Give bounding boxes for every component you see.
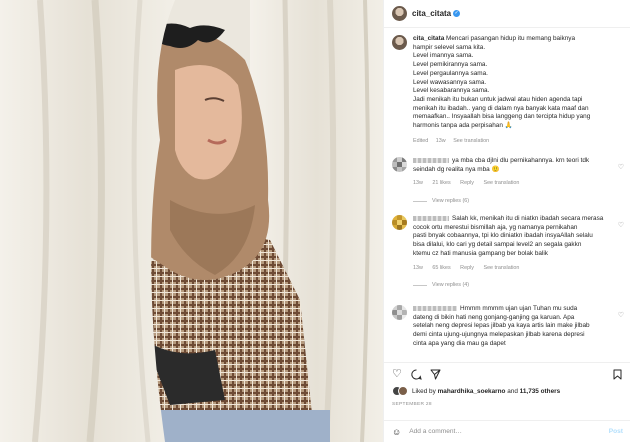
comment-item: ya mba cba djlni dlu pernikahannya. krn … xyxy=(392,157,626,204)
reply-button[interactable]: Reply xyxy=(460,180,474,186)
caption-line: menikah itu ibadah.. yang di dalam nya b… xyxy=(413,104,589,112)
caption-line: Level wawasannya sama. xyxy=(413,78,487,86)
see-translation-link[interactable]: See translation xyxy=(483,180,519,186)
comment-like-heart-icon[interactable]: ♡ xyxy=(618,311,624,319)
view-replies-button[interactable]: View replies (6) xyxy=(413,198,626,204)
photo-illustration xyxy=(0,0,383,442)
liked-by-prefix: Liked by xyxy=(412,387,436,395)
author-username[interactable]: cita_citata xyxy=(412,9,451,18)
comment-like-heart-icon[interactable]: ♡ xyxy=(618,221,624,229)
liked-by-joiner: and xyxy=(507,387,518,395)
comment-line: cinta apa yang dia mau ga dapet xyxy=(413,339,506,347)
comment-line: seindah dg realita nya mba 🙂 xyxy=(413,165,500,173)
bookmark-icon[interactable] xyxy=(612,369,623,380)
post-date[interactable]: SEPTEMBER 28 xyxy=(392,402,432,407)
commenter-avatar[interactable] xyxy=(392,305,407,320)
caption-username[interactable]: cita_citata xyxy=(413,35,444,42)
comment-line: Salah kk, menikah itu di niatkn ibadah s… xyxy=(452,215,604,222)
add-comment-bar: ☺ Post xyxy=(384,420,630,442)
see-translation-link[interactable]: See translation xyxy=(453,138,489,144)
caption-meta: Edited 13w See translation xyxy=(413,137,626,146)
comment-likes[interactable]: 21 likes xyxy=(432,180,450,186)
commenter-avatar[interactable] xyxy=(392,215,407,230)
comment-line: pasti bnyak cobaannya, tpi klo diniatkn … xyxy=(413,232,593,240)
heart-icon[interactable]: ♡ xyxy=(392,369,403,380)
post-actions-bar: ♡ xyxy=(384,362,630,382)
commenter-avatar[interactable] xyxy=(392,157,407,172)
view-replies-button[interactable]: View replies (4) xyxy=(413,282,626,288)
comment-line: Hmmm mmmm ujan ujan Tuhan mu suda xyxy=(460,305,578,312)
post-caption: cita_citata Mencari pasangan hidup itu m… xyxy=(392,35,626,145)
post-header: cita_citata ✓ xyxy=(384,0,630,28)
caption-line: hampir selevel sama kita. xyxy=(413,43,486,51)
see-translation-link[interactable]: See translation xyxy=(483,265,519,271)
verified-badge-icon: ✓ xyxy=(453,10,461,17)
comment-line: demi cinta ujung-ujungnya melepaskan jil… xyxy=(413,331,585,339)
emoji-icon[interactable]: ☺ xyxy=(392,427,401,437)
caption-line: Level pemikirannya sama. xyxy=(413,61,488,69)
comment-like-heart-icon[interactable]: ♡ xyxy=(618,163,624,171)
caption-line: Level imannya sama. xyxy=(413,52,474,60)
comment-line: ktemu cz hati manusia gampang ber bolak … xyxy=(413,249,548,257)
caption-line: Jadi menikah itu bukan untuk jadwal atau… xyxy=(413,95,583,103)
caption-age: 13w xyxy=(435,137,446,144)
caption-line: memaafkan.. Insyaallah bisa langgeng dan… xyxy=(413,113,591,121)
post-comment-button[interactable]: Post xyxy=(609,428,623,435)
comment-meta: 13w 21 likes Reply See translation xyxy=(413,179,613,188)
comment-age: 13w xyxy=(413,264,423,271)
comment-icon[interactable] xyxy=(411,369,422,380)
comment-line: dateng di bikin hati neng gonjang-ganjin… xyxy=(413,313,575,321)
caption-avatar[interactable] xyxy=(392,35,407,50)
author-avatar[interactable] xyxy=(392,6,407,21)
comment-meta: 13w 65 likes Reply See translation xyxy=(413,264,613,273)
liked-by-user[interactable]: mahardhika_soekarno xyxy=(438,388,506,395)
caption-line: harmonis tanpa ada perpisahan 🙏 xyxy=(413,122,513,130)
commenter-username-blurred[interactable] xyxy=(413,157,449,163)
share-icon[interactable] xyxy=(430,369,441,380)
comment-item: Hmmm mmmm ujan ujan Tuhan mu suda dateng… xyxy=(392,305,626,349)
liker-avatar[interactable] xyxy=(398,386,408,396)
comments-scroll-area[interactable]: cita_citata Mencari pasangan hidup itu m… xyxy=(384,29,630,359)
commenter-username-blurred[interactable] xyxy=(413,305,457,311)
reply-button[interactable]: Reply xyxy=(460,265,474,271)
liked-by-others[interactable]: 11,735 others xyxy=(520,388,561,395)
comment-likes[interactable]: 65 likes xyxy=(432,265,450,271)
caption-line: Level kesabarannya sama. xyxy=(413,87,490,95)
post-sidebar: cita_citata ✓ cita_citata Mencari pasang… xyxy=(383,0,630,442)
comment-line: cocok ortu merestui bismillah aja, yg na… xyxy=(413,223,578,231)
comment-item: Salah kk, menikah itu di niatkn ibadah s… xyxy=(392,215,626,288)
edited-label: Edited xyxy=(413,137,429,144)
comment-line: setelah neng depresi lepas jilbab ya kay… xyxy=(413,322,590,330)
commenter-username-blurred[interactable] xyxy=(413,215,449,221)
comment-age: 13w xyxy=(413,180,423,187)
caption-line: Level pergaulannya sama. xyxy=(413,69,488,77)
post-photo xyxy=(0,0,383,442)
add-comment-input[interactable] xyxy=(409,428,580,435)
likes-summary: Liked by mahardhika_soekarno and 11,735 … xyxy=(392,386,560,396)
caption-line: Mencari pasangan hidup itu memang baikny… xyxy=(446,35,576,42)
comment-line: bisa dilalui, klo cari yg detail sampai … xyxy=(413,241,582,249)
comment-line: ya mba cba djlni dlu pernikahannya. krn … xyxy=(452,157,590,164)
